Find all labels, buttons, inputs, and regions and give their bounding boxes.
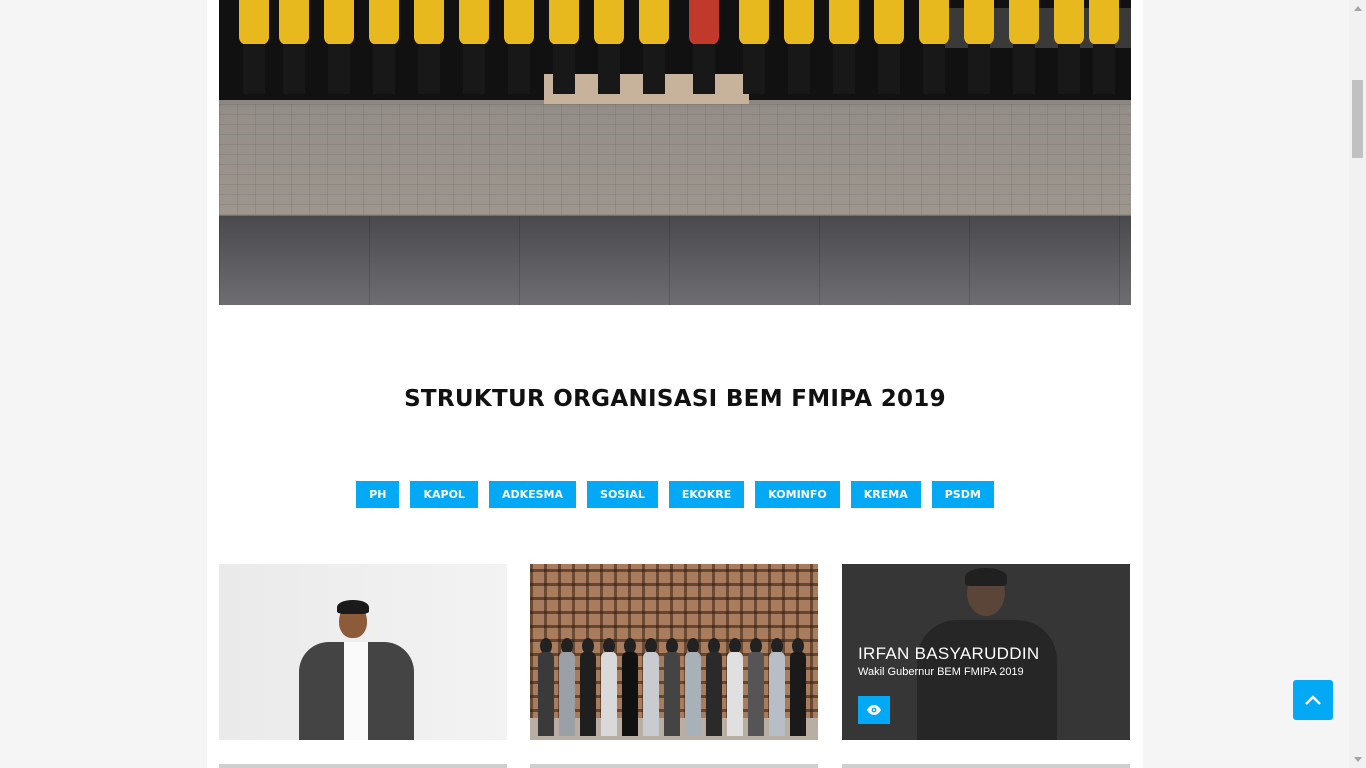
filter-kominfo[interactable]: KOMINFO bbox=[755, 481, 840, 508]
group-person bbox=[622, 638, 638, 736]
group-person bbox=[769, 638, 785, 736]
back-to-top-button[interactable] bbox=[1293, 680, 1333, 720]
hero-person bbox=[874, 0, 904, 94]
member-name: IRFAN BASYARUDDIN bbox=[858, 644, 1040, 663]
triangle-up-icon bbox=[1353, 6, 1362, 11]
group-person bbox=[790, 638, 806, 736]
filter-psdm[interactable]: PSDM bbox=[931, 481, 994, 508]
member-card-active[interactable]: IRFAN BASYARUDDIN Wakil Gubernur BEM FMI… bbox=[842, 564, 1130, 740]
group-person bbox=[601, 638, 617, 736]
group-person bbox=[580, 638, 596, 736]
hero-group-photo bbox=[219, 0, 1131, 305]
hero-person bbox=[549, 0, 579, 94]
hero-person bbox=[504, 0, 534, 94]
hero-person bbox=[689, 0, 719, 94]
member-card[interactable] bbox=[530, 564, 818, 740]
group-person bbox=[685, 638, 701, 736]
group-person bbox=[643, 638, 659, 736]
filter-ekokre[interactable]: EKOKRE bbox=[668, 481, 745, 508]
filter-sosial[interactable]: SOSIAL bbox=[587, 481, 658, 508]
hero-person bbox=[964, 0, 994, 94]
hero-person bbox=[1054, 0, 1084, 94]
triangle-down-icon bbox=[1353, 757, 1362, 762]
hero-person bbox=[279, 0, 309, 94]
hero-person bbox=[324, 0, 354, 94]
page-scrollbar[interactable] bbox=[1349, 0, 1366, 768]
hero-person bbox=[739, 0, 769, 94]
hero-person bbox=[1009, 0, 1039, 94]
member-card[interactable] bbox=[219, 564, 507, 740]
member-photo bbox=[299, 600, 414, 740]
hero-person bbox=[239, 0, 269, 94]
scroll-thumb[interactable] bbox=[1352, 80, 1363, 158]
hero-person bbox=[594, 0, 624, 94]
eye-icon bbox=[867, 705, 881, 715]
hero-person bbox=[639, 0, 669, 94]
group-person bbox=[727, 638, 743, 736]
member-role: Wakil Gubernur BEM FMIPA 2019 bbox=[858, 666, 1024, 678]
filter-kapol[interactable]: KAPOL bbox=[410, 481, 478, 508]
main-content: STRUKTUR ORGANISASI BEM FMIPA 2019 PH KA… bbox=[207, 0, 1143, 768]
group-person bbox=[538, 638, 554, 736]
division-filter-bar: PH KAPOL ADKESMA SOSIAL EKOKRE KOMINFO K… bbox=[207, 481, 1143, 508]
hero-person bbox=[459, 0, 489, 94]
hero-person bbox=[919, 0, 949, 94]
hero-person bbox=[784, 0, 814, 94]
filter-ph[interactable]: PH bbox=[356, 481, 400, 508]
chevron-up-icon bbox=[1305, 695, 1321, 705]
member-card[interactable] bbox=[530, 764, 818, 768]
group-person bbox=[748, 638, 764, 736]
hero-person bbox=[1089, 0, 1119, 94]
scroll-down-arrow[interactable] bbox=[1349, 751, 1366, 768]
group-person bbox=[559, 638, 575, 736]
member-card[interactable] bbox=[842, 764, 1130, 768]
scroll-up-arrow[interactable] bbox=[1349, 0, 1366, 17]
section-title: STRUKTUR ORGANISASI BEM FMIPA 2019 bbox=[404, 386, 946, 412]
member-card[interactable] bbox=[219, 764, 507, 768]
group-person bbox=[664, 638, 680, 736]
hero-person bbox=[414, 0, 444, 94]
filter-adkesma[interactable]: ADKESMA bbox=[488, 481, 577, 508]
filter-krema[interactable]: KREMA bbox=[850, 481, 921, 508]
group-person bbox=[706, 638, 722, 736]
hero-person bbox=[369, 0, 399, 94]
hero-person bbox=[829, 0, 859, 94]
view-button[interactable] bbox=[858, 696, 890, 724]
